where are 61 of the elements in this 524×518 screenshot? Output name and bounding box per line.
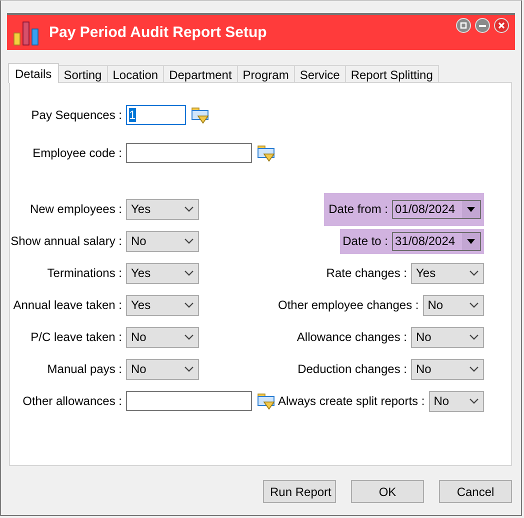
close-icon[interactable] <box>494 18 509 33</box>
field-label: Deduction changes : <box>298 362 408 376</box>
field-label: Manual pays : <box>46 362 123 376</box>
chevron-icon <box>184 206 194 212</box>
dropdown[interactable]: No <box>126 358 199 380</box>
field-label: Date to : <box>342 234 389 248</box>
dropdown[interactable]: Yes <box>411 262 484 284</box>
field-label: Pay Sequences : <box>30 108 123 122</box>
tab[interactable]: Department <box>163 65 238 83</box>
chevron-icon <box>184 366 194 372</box>
chevron-icon <box>184 334 194 340</box>
field-label: Always create split reports : <box>278 394 426 408</box>
tab[interactable]: Sorting <box>58 65 108 83</box>
dropdown[interactable]: No <box>411 326 484 348</box>
field-label: P/C leave taken : <box>30 330 123 344</box>
lookup-folder-icon[interactable] <box>257 392 275 410</box>
field-label: Employee code : <box>32 146 123 160</box>
field-label: Other employee changes : <box>278 298 420 312</box>
input-field[interactable] <box>126 143 252 163</box>
dialog-button[interactable]: OK <box>351 480 424 503</box>
dropdown-arrow-icon[interactable] <box>467 206 475 212</box>
dropdown[interactable]: No <box>411 358 484 380</box>
lookup-folder-icon[interactable] <box>257 144 275 162</box>
dropdown[interactable]: No <box>126 326 199 348</box>
dropdown[interactable]: Yes <box>126 198 199 220</box>
input-field[interactable] <box>126 391 252 411</box>
field-label: Date from : <box>328 202 389 216</box>
chevron-icon <box>469 334 479 340</box>
date-picker[interactable]: 31/08/2024 <box>392 232 481 250</box>
date-picker[interactable]: 01/08/2024 <box>392 200 481 218</box>
tab[interactable]: Details <box>8 63 59 83</box>
chevron-icon <box>469 398 479 404</box>
field-label: Rate changes : <box>326 266 408 280</box>
chevron-icon <box>184 302 194 308</box>
dropdown[interactable]: No <box>422 294 484 316</box>
dialog-button[interactable]: Cancel <box>439 480 512 503</box>
chevron-icon <box>184 270 194 276</box>
tab[interactable]: Program <box>236 65 295 83</box>
bar-chart-icon <box>13 20 39 46</box>
restore-icon[interactable] <box>456 18 471 33</box>
dropdown[interactable]: No <box>428 390 484 412</box>
dropdown[interactable]: Yes <box>126 262 199 284</box>
window-title: Pay Period Audit Report Setup <box>49 24 268 41</box>
dropdown[interactable]: No <box>126 230 199 252</box>
dropdown-arrow-icon[interactable] <box>467 238 475 244</box>
chevron-icon <box>184 238 194 244</box>
tab[interactable]: Report Splitting <box>344 65 439 83</box>
input-field[interactable]: 1 <box>126 105 186 125</box>
field-label: New employees : <box>28 202 123 216</box>
lookup-folder-icon[interactable] <box>191 106 209 124</box>
dropdown[interactable]: Yes <box>126 294 199 316</box>
chevron-icon <box>469 270 479 276</box>
field-label: Annual leave taken : <box>12 298 123 312</box>
field-label: Show annual salary : <box>10 234 123 248</box>
chevron-icon <box>469 302 479 308</box>
field-label: Allowance changes : <box>296 330 408 344</box>
field-label: Other allowances : <box>22 394 123 408</box>
minimize-icon[interactable] <box>475 18 490 33</box>
field-label: Terminations : <box>46 266 123 280</box>
dialog-button[interactable]: Run Report <box>263 480 336 503</box>
chevron-icon <box>469 366 479 372</box>
